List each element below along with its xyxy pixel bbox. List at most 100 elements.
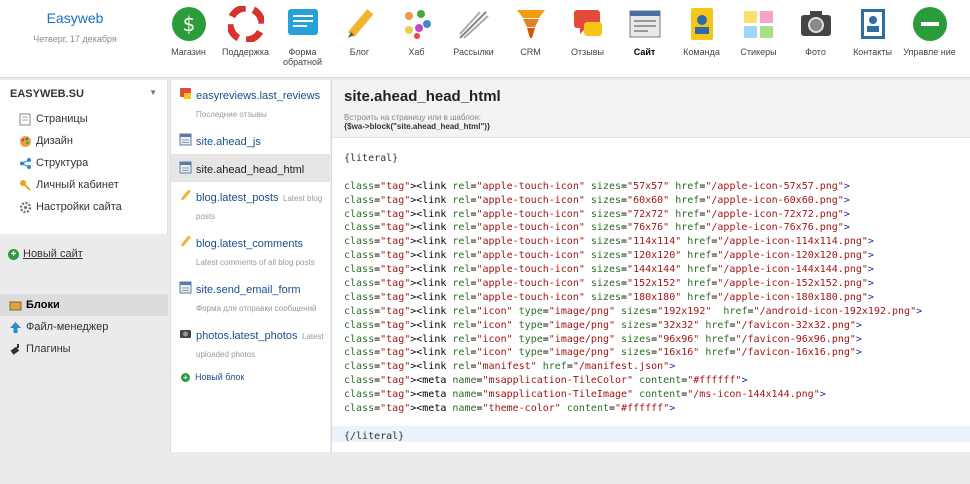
app-photo[interactable]: Фото (787, 0, 844, 78)
block-list-item[interactable]: photos.latest_photos Latest uploaded pho… (171, 320, 330, 366)
sidebar-item-label: Настройки сайта (36, 201, 122, 213)
support-icon (227, 6, 264, 42)
nav-item-blocks[interactable]: Блоки (0, 294, 168, 316)
sidebar-item-label: Дизайн (36, 135, 73, 147)
app-hub[interactable]: Хаб (388, 0, 445, 78)
shop-icon: $ (171, 6, 207, 42)
nav-item-plugin[interactable]: Плагины (0, 338, 168, 360)
camera-icon (179, 327, 192, 340)
app-stickers[interactable]: Стикеры (730, 0, 787, 78)
code-line: class="tag"><link rel="apple-touch-icon"… (344, 180, 850, 192)
app-label: Магазин (171, 47, 206, 57)
block-name[interactable]: photos.latest_photos (196, 330, 298, 342)
code-line: class="tag"><link rel="manifest" href="/… (344, 361, 676, 373)
code-editor[interactable]: {literal} class="tag"><link rel="apple-to… (344, 152, 922, 444)
app-blog[interactable]: Блог (331, 0, 388, 78)
block-list-item[interactable]: blog.latest_comments Latest comments of … (171, 228, 330, 274)
app-label: Хаб (408, 47, 425, 57)
new-site-label[interactable]: Новый сайт (23, 248, 83, 260)
block-name[interactable]: site.send_email_form (196, 284, 301, 296)
code-line: class="tag"><link rel="icon" type="image… (344, 333, 862, 345)
app-shop[interactable]: $ Магазин (160, 0, 217, 78)
block-description: Последние отзывы (196, 110, 267, 119)
code-line: class="tag"><meta name="theme-color" con… (344, 403, 676, 415)
current-date: Четверг, 17 декабря (33, 34, 117, 44)
sidebar-item-design[interactable]: Дизайн (0, 130, 167, 152)
crm-icon (513, 6, 549, 42)
app-label: Стикеры (740, 47, 777, 57)
app-form[interactable]: Форма обратной (274, 0, 331, 78)
app-mailer[interactable]: Рассылки (445, 0, 502, 78)
nav-item-upload[interactable]: Файл-менеджер (0, 316, 168, 338)
key-icon (18, 178, 32, 192)
hub-icon (399, 6, 435, 42)
nav-item-label: Плагины (26, 343, 71, 355)
code-line: class="tag"><link rel="icon" type="image… (344, 305, 923, 317)
code-line: {literal} (344, 153, 399, 164)
new-block-link[interactable]: + Новый блок (171, 366, 330, 388)
code-line: class="tag"><link rel="apple-touch-icon"… (344, 222, 850, 234)
brand-name[interactable]: Easyweb (0, 10, 150, 26)
block-list-item[interactable]: site.send_email_form Форма для отправки … (171, 274, 330, 320)
code-line: class="tag"><link rel="icon" type="image… (344, 347, 862, 359)
code-line: class="tag"><link rel="apple-touch-icon"… (344, 264, 874, 276)
site-sidebar: EASYWEB.SU ▼ Страницы Дизайн Структура Личн… (0, 80, 168, 234)
chevron-down-icon[interactable]: ▼ (149, 88, 157, 100)
sidebar-item-pages[interactable]: Страницы (0, 108, 167, 130)
app-label: Рассылки (453, 47, 494, 57)
editor-header: site.ahead_head_html Встроить на страниц… (332, 80, 970, 138)
app-crm[interactable]: CRM (502, 0, 559, 78)
app-manage[interactable]: Управле ние (901, 0, 958, 78)
account-selector[interactable]: EASYWEB.SU ▼ (0, 80, 167, 108)
app-label: Поддержка (222, 47, 269, 57)
manage-icon (912, 6, 948, 42)
new-site-link[interactable]: + Новый сайт (8, 248, 83, 260)
app-launcher: $ Магазин Поддержка Форма обратной Блог Хаб Ра… (160, 0, 958, 78)
block-name[interactable]: site.ahead_js (196, 136, 261, 148)
block-name[interactable]: site.ahead_head_html (196, 164, 304, 176)
pencil-icon (179, 235, 192, 248)
block-name[interactable]: blog.latest_comments (196, 238, 303, 250)
app-label: Сайт (633, 47, 656, 57)
app-reviews[interactable]: Отзывы (559, 0, 616, 78)
sidebar-item-settings[interactable]: Настройки сайта (0, 196, 167, 218)
code-line: class="tag"><link rel="apple-touch-icon"… (344, 250, 874, 262)
block-name[interactable]: easyreviews.last_reviews (196, 90, 320, 102)
account-name[interactable]: EASYWEB.SU (10, 88, 84, 100)
brand[interactable]: Easyweb Четверг, 17 декабря (0, 10, 150, 44)
reviews-icon (179, 87, 192, 100)
embed-hint: Встроить на страницу или в шаблон: (344, 113, 482, 122)
embed-snippet: {$wa->block("site.ahead_head_html")} (344, 122, 491, 131)
app-label: Блог (349, 47, 370, 57)
block-editor: site.ahead_head_html Встроить на страниц… (331, 80, 970, 452)
app-site[interactable]: Сайт (616, 0, 673, 78)
settings-icon (18, 200, 32, 214)
nav-item-label: Блоки (26, 299, 60, 311)
app-label: Форма обратной (282, 47, 323, 67)
sidebar-item-key[interactable]: Личный кабинет (0, 174, 167, 196)
app-contacts[interactable]: Контакты (844, 0, 901, 78)
team-icon (684, 6, 720, 42)
sidebar-item-structure[interactable]: Структура (0, 152, 167, 174)
photo-icon (798, 6, 834, 42)
block-list-item[interactable]: site.ahead_head_html (171, 154, 330, 182)
app-support[interactable]: Поддержка (217, 0, 274, 78)
code-line: class="tag"><link rel="apple-touch-icon"… (344, 208, 850, 220)
code-line: class="tag"><link rel="apple-touch-icon"… (344, 236, 874, 248)
sidebar-item-label: Страницы (36, 113, 88, 125)
block-description: Latest comments of all blog posts (196, 258, 315, 267)
app-label: CRM (520, 47, 541, 57)
block-list-item[interactable]: blog.latest_posts Latest blog posts (171, 182, 330, 228)
block-description: Форма для отправки сообщений (196, 304, 317, 313)
block-list-item[interactable]: site.ahead_js (171, 126, 330, 154)
new-block-label[interactable]: Новый блок (195, 372, 244, 382)
app-label: Контакты (853, 47, 892, 57)
block-name[interactable]: blog.latest_posts (196, 192, 279, 204)
plus-icon: + (8, 248, 19, 260)
blocks-list: easyreviews.last_reviews Последние отзыв… (170, 80, 330, 452)
pencil-icon (179, 189, 192, 202)
app-team[interactable]: Команда (673, 0, 730, 78)
app-label: Фото (805, 47, 826, 57)
block-list-item[interactable]: easyreviews.last_reviews Последние отзыв… (171, 80, 330, 126)
